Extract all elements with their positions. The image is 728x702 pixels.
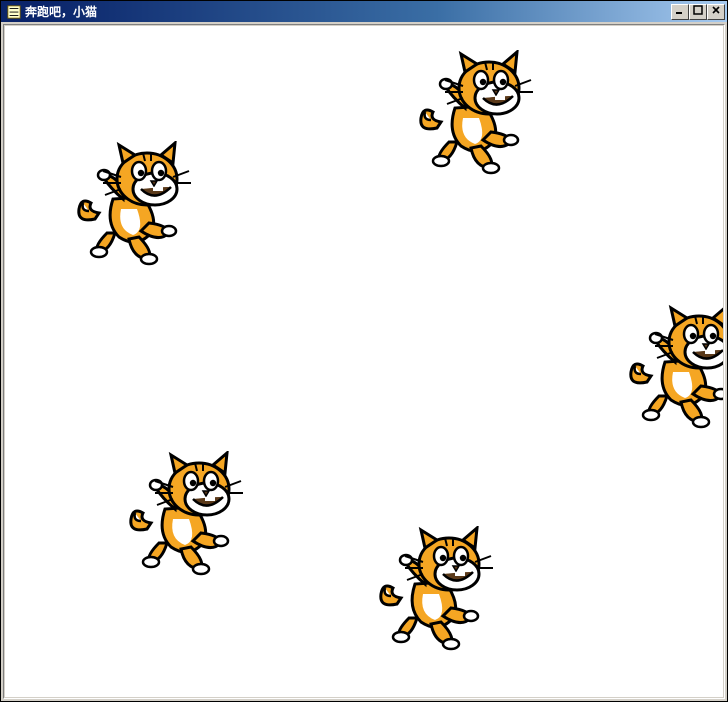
maximize-button[interactable] (689, 4, 707, 20)
sprite-cat-2[interactable] (625, 304, 723, 434)
canvas[interactable] (5, 26, 723, 697)
titlebar[interactable]: 奔跑吧，小猫 (1, 1, 727, 22)
application-window: 奔跑吧，小猫 (0, 0, 728, 702)
window-title: 奔跑吧，小猫 (25, 3, 667, 20)
minimize-button[interactable] (671, 4, 689, 20)
window-buttons (671, 4, 725, 20)
client-border (3, 24, 725, 699)
sprite-cat-0[interactable] (415, 50, 545, 180)
sprite-cat-3[interactable] (125, 451, 255, 581)
sprite-cat-4[interactable] (375, 526, 505, 656)
app-icon (7, 5, 21, 19)
client-outer (1, 22, 727, 701)
close-button[interactable] (707, 4, 725, 20)
sprite-cat-1[interactable] (73, 141, 203, 271)
